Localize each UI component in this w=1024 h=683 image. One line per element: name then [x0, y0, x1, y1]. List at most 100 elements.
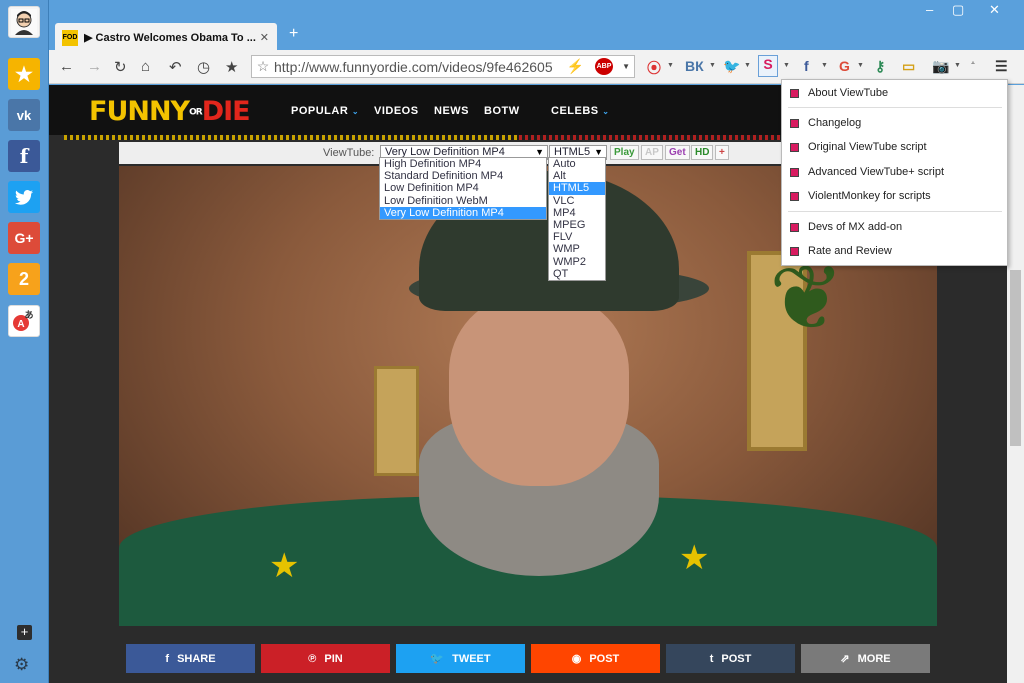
player-option[interactable]: MPEG [549, 219, 605, 231]
chevron-down-icon[interactable]: ▼ [667, 62, 674, 69]
share-icon: f [165, 652, 170, 665]
user-avatar[interactable] [8, 6, 40, 38]
extension-red-icon[interactable]: ⦿ [647, 58, 661, 78]
nav-popular[interactable]: POPULAR ⌄ [291, 105, 359, 117]
viewtube-extension-icon[interactable]: S [758, 55, 778, 77]
close-window-button[interactable]: ✕ [989, 2, 1000, 18]
chevron-down-icon[interactable]: ▼ [783, 62, 790, 69]
site-logo[interactable]: FUNNYORDIE [89, 96, 251, 127]
address-dropdown-chevron-icon[interactable]: ▼ [622, 62, 630, 71]
translate-icon[interactable]: A あ [8, 305, 40, 337]
google-plus-icon[interactable]: G+ [8, 222, 40, 254]
viewtube-label: ViewTube: [323, 147, 375, 159]
nav-botw[interactable]: BOTW [484, 105, 520, 117]
player-dropdown-list: Auto Alt HTML5 VLC MP4 MPEG FLV WMP WMP2 QT [548, 157, 606, 281]
share-label: TWEET [452, 652, 491, 665]
add-panel-button[interactable]: + [17, 625, 32, 640]
share-button-tweet[interactable]: 🐦 TWEET [396, 644, 525, 673]
camera-extension-icon[interactable]: 📷 [932, 58, 949, 75]
chevron-down-icon[interactable]: ▼ [954, 62, 961, 69]
viewtube-bullet-icon [790, 167, 799, 177]
menu-item[interactable]: ViolentMonkey for scripts [790, 187, 931, 205]
face [449, 296, 629, 486]
overflow-chevron-icon[interactable]: ⩡ [971, 60, 975, 68]
notes-extension-icon[interactable]: ▭ [902, 58, 915, 75]
nav-celebs[interactable]: CELEBS ⌄ [551, 105, 609, 117]
get-button[interactable]: Get [665, 145, 690, 160]
quality-option[interactable]: High Definition MP4 [380, 158, 546, 170]
new-tab-button[interactable]: + [289, 25, 298, 43]
twitter-icon[interactable] [8, 181, 40, 213]
home-icon[interactable]: ⌂ [141, 58, 150, 75]
player-option[interactable]: QT [549, 268, 605, 280]
menu-item[interactable]: Changelog [790, 114, 861, 132]
menu-hamburger-icon[interactable]: ☰ [995, 58, 1008, 75]
menu-item-label: Changelog [808, 117, 862, 129]
translate-glyph-icon: A あ [13, 310, 34, 331]
forward-arrow-icon[interactable]: → [87, 58, 102, 75]
menu-item[interactable]: About ViewTube [790, 84, 888, 102]
player-option[interactable]: WMP2 [549, 256, 605, 268]
expand-button[interactable]: + [715, 145, 729, 160]
reload-icon[interactable]: ↻ [114, 58, 127, 76]
quality-option[interactable]: Standard Definition MP4 [380, 170, 546, 182]
autoplay-button[interactable]: AP [641, 145, 663, 160]
player-option[interactable]: Auto [549, 158, 605, 170]
share-icon: ⇗ [840, 653, 850, 665]
vk-extension-icon[interactable]: ВК [685, 58, 704, 74]
google-extension-icon[interactable]: G [839, 58, 850, 74]
vk-icon[interactable]: vk [8, 99, 40, 131]
quality-dropdown-list: High Definition MP4 Standard Definition M… [379, 157, 547, 220]
player-option[interactable]: HTML5 [549, 182, 605, 195]
menu-item[interactable]: Rate and Review [790, 242, 892, 260]
back-arrow-icon[interactable]: ← [59, 58, 74, 75]
chevron-down-icon[interactable]: ▼ [709, 62, 716, 69]
url-input[interactable]: http://www.funnyordie.com/videos/9fe4626… [274, 59, 564, 75]
player-option[interactable]: MP4 [549, 207, 605, 219]
twitter-extension-icon[interactable]: 🐦 [723, 58, 740, 75]
quality-option[interactable]: Very Low Definition MP4 [380, 206, 546, 219]
menu-item[interactable]: Devs of MX add-on [790, 218, 902, 236]
share-button-share[interactable]: f SHARE [126, 644, 255, 673]
bookmarks-star-icon[interactable]: ★ [225, 58, 238, 76]
favorites-star-icon[interactable]: ★ [8, 58, 40, 90]
share-button-more[interactable]: ⇗ MORE [801, 644, 930, 673]
maximize-button[interactable]: ▢ [952, 2, 964, 18]
share-button-post[interactable]: ◉ POST [531, 644, 660, 673]
facebook-extension-icon[interactable]: f [804, 58, 809, 74]
menu-item[interactable]: Advanced ViewTube+ script [790, 163, 944, 181]
nav-videos[interactable]: VIDEOS [374, 105, 419, 117]
menu-item[interactable]: Original ViewTube script [790, 138, 927, 156]
lightning-icon[interactable]: ⚡ [567, 58, 584, 75]
tab-close-icon[interactable]: ✕ [260, 31, 269, 44]
player-option[interactable]: FLV [549, 231, 605, 243]
chevron-down-icon[interactable]: ▼ [744, 62, 751, 69]
share-label: MORE [857, 652, 891, 665]
play-button[interactable]: Play [610, 145, 639, 160]
quality-option[interactable]: Low Definition MP4 [380, 182, 546, 194]
player-option[interactable]: VLC [549, 195, 605, 207]
key-extension-icon[interactable]: ⚷ [875, 58, 885, 75]
address-bar[interactable]: ☆ http://www.funnyordie.com/videos/9fe46… [251, 55, 635, 78]
chevron-down-icon[interactable]: ▼ [821, 62, 828, 69]
minimize-button[interactable]: – [926, 2, 933, 17]
two-icon[interactable]: 2 [8, 263, 40, 295]
quality-option[interactable]: Low Definition WebM [380, 195, 546, 207]
scrollbar[interactable] [1007, 85, 1024, 683]
undo-close-icon[interactable]: ↶ [169, 58, 182, 76]
facebook-icon[interactable]: f [8, 140, 40, 172]
tab-active[interactable]: FOD ▶ Castro Welcomes Obama To ... ✕ [55, 23, 277, 52]
bookmark-page-star-icon[interactable]: ☆ [252, 58, 274, 75]
share-button-post[interactable]: t POST [666, 644, 795, 673]
adblock-plus-icon[interactable]: ABP [595, 58, 613, 75]
share-button-pin[interactable]: ℗ PIN [261, 644, 390, 673]
chevron-down-icon[interactable]: ▼ [857, 62, 864, 69]
history-clock-icon[interactable]: ◷ [197, 58, 210, 76]
scrollbar-thumb[interactable] [1010, 270, 1021, 446]
player-option[interactable]: Alt [549, 170, 605, 182]
player-option[interactable]: WMP [549, 243, 605, 255]
chevron-down-icon: ⌄ [602, 107, 610, 116]
nav-news[interactable]: NEWS [434, 105, 469, 117]
settings-gear-icon[interactable]: ⚙ [14, 655, 29, 675]
hd-button[interactable]: HD [691, 145, 714, 160]
